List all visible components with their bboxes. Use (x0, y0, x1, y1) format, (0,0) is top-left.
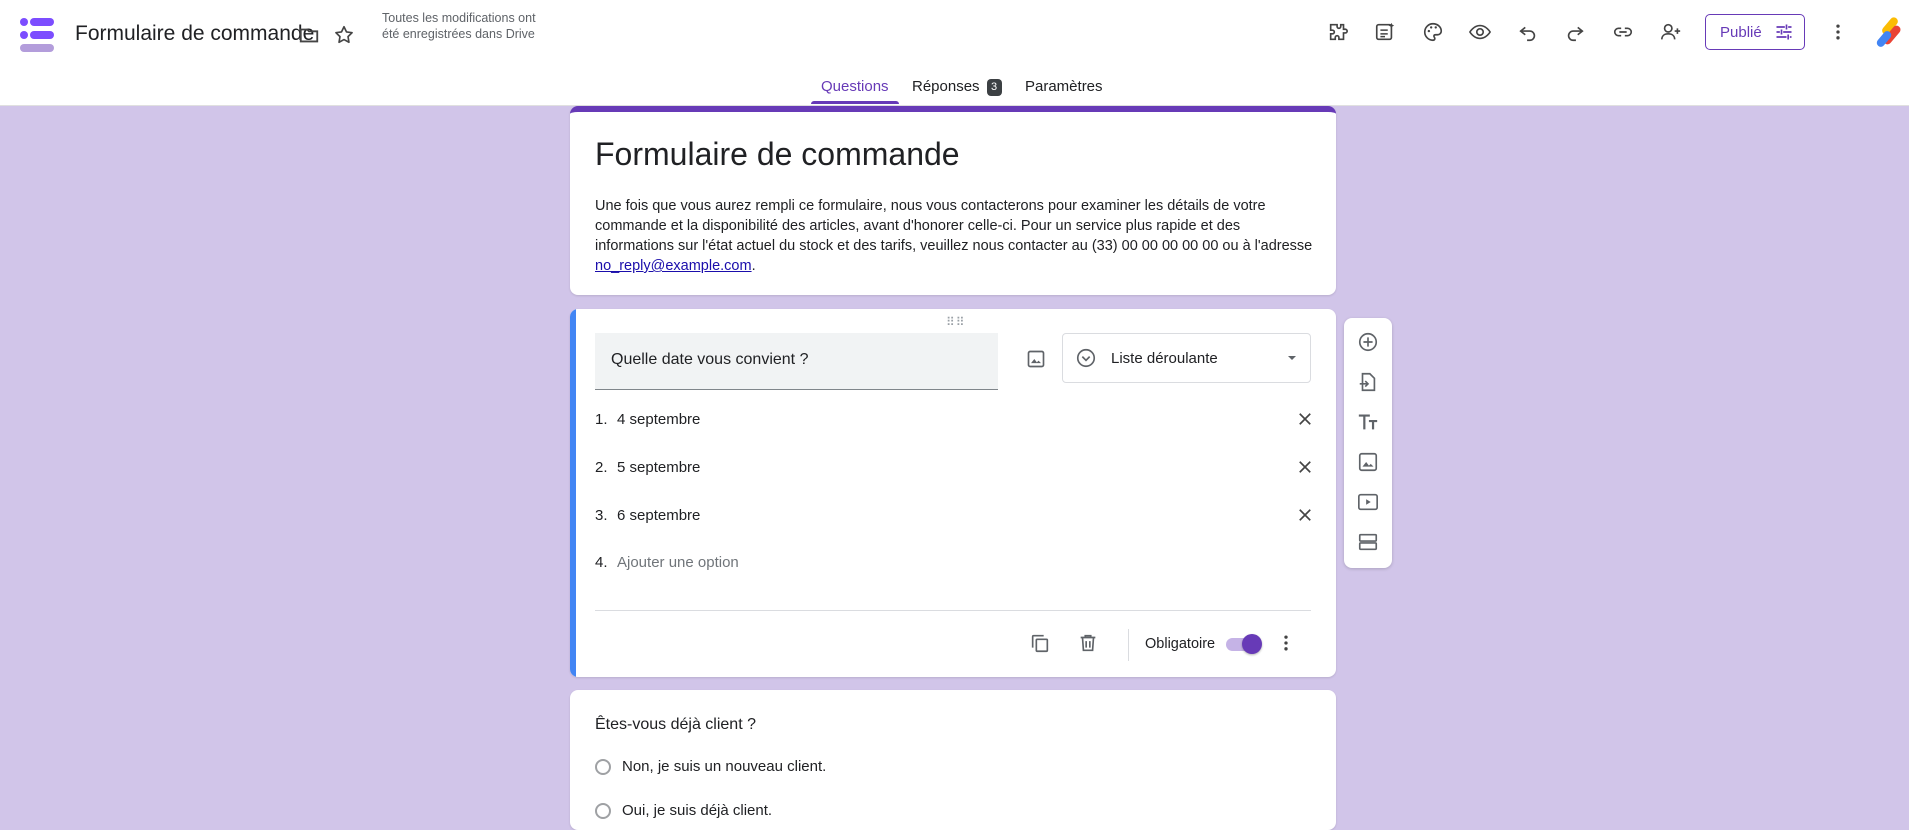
forms-logo-icon[interactable] (18, 16, 56, 54)
publish-label: Publié (1720, 23, 1762, 41)
add-section-icon[interactable] (1350, 524, 1386, 560)
option-row[interactable]: 2. 5 septembre (595, 452, 1315, 482)
form-description-text: Une fois que vous aurez rempli ce formul… (595, 198, 1313, 254)
redo-icon[interactable] (1557, 14, 1593, 50)
footer-divider (595, 610, 1311, 611)
tune-icon (1776, 24, 1792, 40)
add-video-icon[interactable] (1350, 484, 1386, 520)
option-row[interactable]: 1. 4 septembre (595, 404, 1315, 434)
option-number: 3. (595, 506, 608, 524)
radio-button[interactable] (595, 802, 611, 819)
addon-puzzle-icon[interactable] (1320, 14, 1356, 50)
tab-bar: Questions Réponses 3 Paramètres (0, 72, 1909, 105)
dropdown-type-icon (1076, 348, 1096, 368)
star-icon[interactable] (326, 17, 362, 53)
tab-responses[interactable]: Réponses 3 (912, 78, 1002, 96)
remove-option-icon[interactable] (1287, 452, 1323, 482)
link-icon[interactable] (1605, 14, 1641, 50)
option-text[interactable]: 5 septembre (617, 459, 1287, 476)
question-title: Êtes-vous déjà client ? (595, 716, 756, 733)
ai-form-icon[interactable] (1367, 14, 1403, 50)
remove-option-icon[interactable] (1287, 404, 1323, 434)
publish-button[interactable]: Publié (1705, 14, 1805, 50)
form-title[interactable]: Formulaire de commande (595, 136, 960, 173)
toggle-knob (1242, 634, 1262, 654)
drag-handle-icon[interactable]: ⠿⠿ (946, 315, 966, 329)
question-type-dropdown[interactable]: Liste déroulante (1062, 333, 1311, 383)
question-more-icon[interactable] (1268, 625, 1304, 661)
add-image-icon[interactable] (1018, 341, 1054, 377)
floating-toolbar (1344, 318, 1392, 568)
radio-option[interactable]: Non, je suis un nouveau client. (595, 758, 826, 775)
option-row[interactable]: 3. 6 septembre (595, 500, 1315, 530)
radio-label: Oui, je suis déjà client. (622, 802, 773, 819)
responses-count-badge: 3 (986, 79, 1002, 96)
option-text[interactable]: 6 septembre (617, 507, 1287, 524)
radio-option[interactable]: Oui, je suis déjà client. (595, 802, 772, 819)
form-description[interactable]: Une fois que vous aurez rempli ce formul… (595, 196, 1315, 276)
more-vert-icon[interactable] (1820, 14, 1856, 50)
document-title[interactable]: Formulaire de commande (75, 22, 314, 46)
option-number: 2. (595, 458, 608, 476)
duplicate-icon[interactable] (1022, 625, 1058, 661)
active-tab-indicator (811, 101, 899, 104)
option-text[interactable]: 4 septembre (617, 411, 1287, 428)
required-toggle[interactable] (1226, 634, 1262, 654)
preview-eye-icon[interactable] (1462, 14, 1498, 50)
folder-icon[interactable] (291, 17, 327, 53)
save-status: Toutes les modifications ont été enregis… (382, 11, 536, 41)
undo-icon[interactable] (1510, 14, 1546, 50)
delete-icon[interactable] (1070, 625, 1106, 661)
active-question-indicator (570, 309, 576, 677)
import-questions-icon[interactable] (1350, 364, 1386, 400)
app-header: Formulaire de commande Toutes les modifi… (0, 0, 1909, 106)
add-collaborator-icon[interactable] (1653, 14, 1689, 50)
option-number: 4. (595, 553, 608, 571)
required-label: Obligatoire (1145, 636, 1216, 652)
contact-email-link[interactable]: no_reply@example.com (595, 258, 752, 274)
radio-label: Non, je suis un nouveau client. (622, 758, 827, 775)
option-number: 1. (595, 410, 608, 428)
add-option-text[interactable]: Ajouter une option (617, 554, 1315, 571)
add-title-icon[interactable] (1350, 404, 1386, 440)
footer-vertical-divider (1128, 629, 1129, 661)
caret-down-icon (1288, 356, 1296, 360)
form-description-end: . (751, 258, 756, 274)
palette-icon[interactable] (1415, 14, 1451, 50)
question-card-date[interactable]: ⠿⠿ Quelle date vous convient ? Liste dér… (570, 309, 1336, 677)
add-image-icon[interactable] (1350, 444, 1386, 480)
radio-button[interactable] (595, 758, 611, 775)
remove-option-icon[interactable] (1287, 500, 1323, 530)
form-header-card[interactable]: Formulaire de commande Une fois que vous… (570, 106, 1336, 295)
account-avatar-icon[interactable] (1874, 14, 1906, 50)
question-card-customer[interactable]: Êtes-vous déjà client ? Non, je suis un … (570, 690, 1336, 830)
tab-settings[interactable]: Paramètres (1025, 78, 1103, 95)
add-option-row[interactable]: 4. Ajouter une option (595, 547, 1315, 577)
tab-responses-label: Réponses (912, 78, 980, 95)
add-question-icon[interactable] (1350, 324, 1386, 360)
question-type-label: Liste déroulante (1111, 349, 1218, 367)
question-title-input[interactable]: Quelle date vous convient ? (595, 333, 998, 390)
tab-questions[interactable]: Questions (821, 78, 889, 95)
